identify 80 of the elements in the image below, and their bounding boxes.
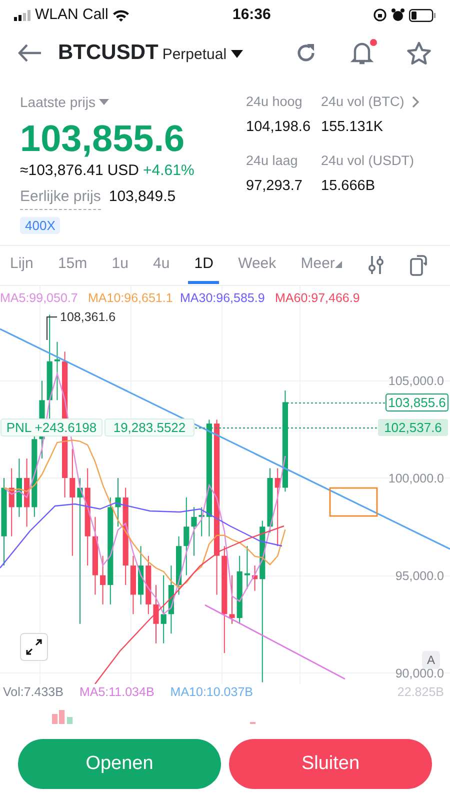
close-position-button[interactable]: Sluiten [229,739,432,789]
fullscreen-button[interactable] [20,633,48,661]
position-size-tag: 19,283.5522 [104,418,194,436]
chevron-right-icon[interactable] [412,96,420,108]
candle [153,584,159,644]
ma-legend-label: MA30:96,585.9 [180,291,265,305]
stat-value: 97,293.7 [246,177,304,196]
caret-icon [334,260,342,268]
wifi-icon [112,8,130,22]
candle [130,555,136,615]
price-change: +4.61% [142,160,194,181]
candle [160,574,166,644]
price-axis-label: 90,000.0 [395,666,444,680]
stat-value: 15.666B [321,177,376,196]
symbol-selector[interactable]: BTCUSDT Perpetual [58,37,243,69]
stat-label: 24u vol (BTC) [321,93,404,111]
volume-legend-label: Vol:7.433B [3,684,64,701]
volume-axis-label: 22.825B [397,684,444,701]
caret-icon [230,50,243,60]
price-type-selector[interactable]: Laatste prijs [20,92,110,113]
notification-button[interactable] [350,40,374,66]
rotate-screen-button[interactable] [410,254,428,278]
rotation-lock-icon [372,8,387,22]
favorite-button[interactable] [406,40,432,66]
interval-tab[interactable]: Lijn [4,246,40,284]
candle [54,341,60,401]
volume-legend-label: MA10:10.037B [170,684,253,701]
pnl-tag: PNL +243.6198 [0,418,102,436]
signal-icon [14,10,31,20]
interval-tab[interactable]: 1u [106,246,134,284]
candle [267,468,273,533]
autoscale-button[interactable]: A [422,651,440,669]
stat-value: 104,198.6 [246,118,312,138]
stat-label: 24u hoog [246,93,302,111]
approx-price: ≈103,876.41 [20,160,104,181]
price-axis-label: 95,000.0 [395,569,444,583]
interval-tab[interactable]: 4u [147,246,176,284]
candle [146,555,152,615]
interval-tab[interactable]: Week [232,246,282,284]
ma-legend-label: MA10:96,651.1 [88,291,173,305]
candle [168,565,174,634]
candle [229,574,235,624]
currency-label: USD [107,160,139,181]
open-position-button[interactable]: Openen [18,739,221,789]
interval-tab[interactable]: 15m [52,246,94,284]
price-axis-label: 100,000.0 [388,472,444,486]
status-time: 16:36 [232,4,271,25]
candle [138,546,144,605]
candle [100,555,106,605]
expand-icon [26,638,42,655]
candle [236,555,242,624]
carrier-name: WLAN Call [35,4,108,25]
candle [115,478,121,528]
last-price-tag: 103,855.6 [386,394,448,412]
fair-price-label[interactable]: Eerlijke prijs [20,186,101,210]
candle [24,458,30,528]
interval-tab[interactable]: 1D [188,246,220,284]
caret-icon [99,99,110,106]
candle [191,506,197,556]
fair-price: 103,849.5 [108,187,176,208]
volume-legend-label: MA5:11.034B [79,684,154,701]
stat-label: 24u laag [246,152,298,170]
battery-icon [408,8,436,22]
candle [252,565,258,592]
ma-legend-label: MA60:97,466.9 [275,291,360,305]
candle [244,546,250,590]
candle [16,458,22,518]
stat-value: 155.131K [321,118,384,138]
candle [198,506,204,537]
alarm-icon [390,8,405,22]
last-price: 103,855.6 [20,119,186,160]
candle [176,536,182,596]
leverage-tag: 400X [20,216,60,234]
ma-legend-label: MA5:99,050.7 [0,291,78,305]
stat-label: 24u vol (USDT) [321,152,414,170]
rectangle-drawing [329,487,378,517]
candle [8,468,14,537]
interval-tab[interactable]: Meer [294,246,348,284]
entry-price-tag: 102,537.6 [378,419,448,436]
price-axis-label: 105,000.0 [388,374,444,388]
